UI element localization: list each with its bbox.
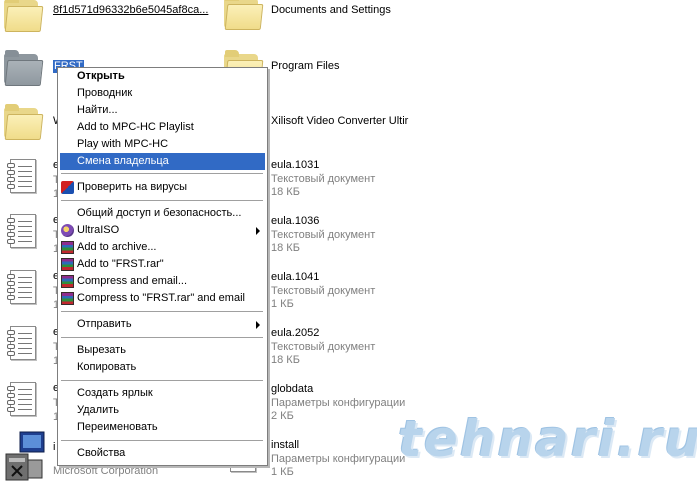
antivirus-icon	[61, 181, 74, 194]
menu-compress-email[interactable]: Compress and email...	[60, 273, 265, 290]
menu-separator	[61, 440, 263, 442]
menu-sharing[interactable]: Общий доступ и безопасность...	[60, 205, 265, 222]
submenu-arrow-icon	[256, 321, 260, 329]
menu-create-shortcut-label: Создать ярлык	[77, 387, 153, 399]
eula-1036-size: 18 КБ	[271, 242, 300, 254]
menu-rename[interactable]: Переименовать	[60, 419, 265, 436]
menu-rename-label: Переименовать	[77, 421, 158, 433]
menu-add-archive-label: Add to archive...	[77, 241, 157, 253]
eula-2052-name[interactable]: eula.2052	[271, 327, 319, 339]
eula-1031-name[interactable]: eula.1031	[271, 159, 319, 171]
text-document-icon	[4, 157, 44, 197]
menu-separator	[61, 311, 263, 313]
menu-properties[interactable]: Свойства	[60, 445, 265, 462]
menu-compress-frst-email[interactable]: Compress to "FRST.rar" and email	[60, 290, 265, 307]
menu-ultraiso-label: UltraISO	[77, 224, 120, 236]
menu-separator	[61, 337, 263, 339]
winrar-icon	[61, 241, 74, 254]
eula-1031-type: Текстовый документ	[271, 173, 376, 185]
ultraiso-icon	[61, 224, 74, 237]
menu-copy[interactable]: Копировать	[60, 359, 265, 376]
folder-icon	[4, 104, 44, 140]
eula-2052-type: Текстовый документ	[271, 341, 376, 353]
folder-xilisoft-label[interactable]: Xilisoft Video Converter Ultir	[271, 115, 408, 127]
menu-open[interactable]: Открыть	[60, 68, 265, 85]
menu-copy-label: Копировать	[77, 361, 137, 373]
install-size: 1 КБ	[271, 466, 294, 478]
installer-icon	[5, 431, 45, 481]
eula-2052-size: 18 КБ	[271, 354, 300, 366]
eula-1041-type: Текстовый документ	[271, 285, 376, 297]
menu-separator	[61, 173, 263, 175]
eula-1036-name[interactable]: eula.1036	[271, 215, 319, 227]
menu-send-to[interactable]: Отправить	[60, 316, 265, 333]
text-document-icon	[4, 324, 44, 364]
eula-1036-type: Текстовый документ	[271, 229, 376, 241]
menu-ultraiso[interactable]: UltraISO	[60, 222, 265, 239]
text-document-icon	[4, 268, 44, 308]
install-type: Параметры конфигурации	[271, 453, 406, 465]
globdata-size: 2 КБ	[271, 410, 294, 422]
eula-1041-name[interactable]: eula.1041	[271, 271, 319, 283]
winrar-icon	[61, 258, 74, 271]
menu-separator	[61, 200, 263, 202]
menu-mpc-play-label: Play with MPC-HC	[77, 138, 169, 150]
installer[interactable]	[4, 430, 45, 482]
folder-icon	[4, 0, 44, 32]
menu-delete[interactable]: Удалить	[60, 402, 265, 419]
watermark: tehnari.ru	[398, 410, 697, 468]
eula-1031-size: 18 КБ	[271, 186, 300, 198]
folder-icon	[4, 50, 44, 86]
install-name[interactable]: install	[271, 439, 299, 451]
winrar-icon	[61, 292, 74, 305]
menu-separator	[61, 380, 263, 382]
menu-add-archive[interactable]: Add to archive...	[60, 239, 265, 256]
installer-name: i	[53, 441, 56, 453]
globdata-type: Параметры конфигурации	[271, 397, 406, 409]
text-document-icon	[4, 212, 44, 252]
menu-change-owner-label: Смена владельца	[77, 155, 169, 167]
folder-program-files-label[interactable]: Program Files	[271, 60, 339, 72]
menu-mpc-add[interactable]: Add to MPC-HC Playlist	[60, 119, 265, 136]
menu-find[interactable]: Найти...	[60, 102, 265, 119]
folder-hash-label[interactable]: 8f1d571d96332b6e5045af8ca...	[53, 4, 208, 16]
folder-documents-label[interactable]: Documents and Settings	[271, 4, 391, 16]
menu-cut[interactable]: Вырезать	[60, 342, 265, 359]
menu-explorer[interactable]: Проводник	[60, 85, 265, 102]
menu-virus-check-label: Проверить на вирусы	[77, 181, 188, 193]
menu-delete-label: Удалить	[77, 404, 119, 416]
menu-send-to-label: Отправить	[77, 318, 132, 330]
menu-mpc-play[interactable]: Play with MPC-HC	[60, 136, 265, 153]
menu-change-owner[interactable]: Смена владельца	[60, 153, 265, 170]
menu-mpc-add-label: Add to MPC-HC Playlist	[77, 121, 194, 133]
folder-icon	[224, 0, 264, 30]
submenu-arrow-icon	[256, 227, 260, 235]
installer-company: Microsoft Corporation	[53, 465, 159, 477]
menu-compress-frst-email-label: Compress to "FRST.rar" and email	[77, 292, 245, 304]
menu-explorer-label: Проводник	[77, 87, 133, 99]
menu-find-label: Найти...	[77, 104, 118, 116]
menu-compress-email-label: Compress and email...	[77, 275, 188, 287]
text-document-icon	[4, 380, 44, 420]
winrar-icon	[61, 275, 74, 288]
context-menu: Открыть Проводник Найти... Add to MPC-HC…	[57, 67, 268, 466]
menu-properties-label: Свойства	[77, 447, 126, 459]
menu-add-frst-rar-label: Add to "FRST.rar"	[77, 258, 164, 270]
menu-add-frst-rar[interactable]: Add to "FRST.rar"	[60, 256, 265, 273]
menu-virus-check[interactable]: Проверить на вирусы	[60, 179, 265, 196]
globdata-name[interactable]: globdata	[271, 383, 313, 395]
menu-create-shortcut[interactable]: Создать ярлык	[60, 385, 265, 402]
eula-1041-size: 1 КБ	[271, 298, 294, 310]
menu-sharing-label: Общий доступ и безопасность...	[77, 207, 242, 219]
menu-cut-label: Вырезать	[77, 344, 126, 356]
menu-open-label: Открыть	[77, 70, 125, 82]
